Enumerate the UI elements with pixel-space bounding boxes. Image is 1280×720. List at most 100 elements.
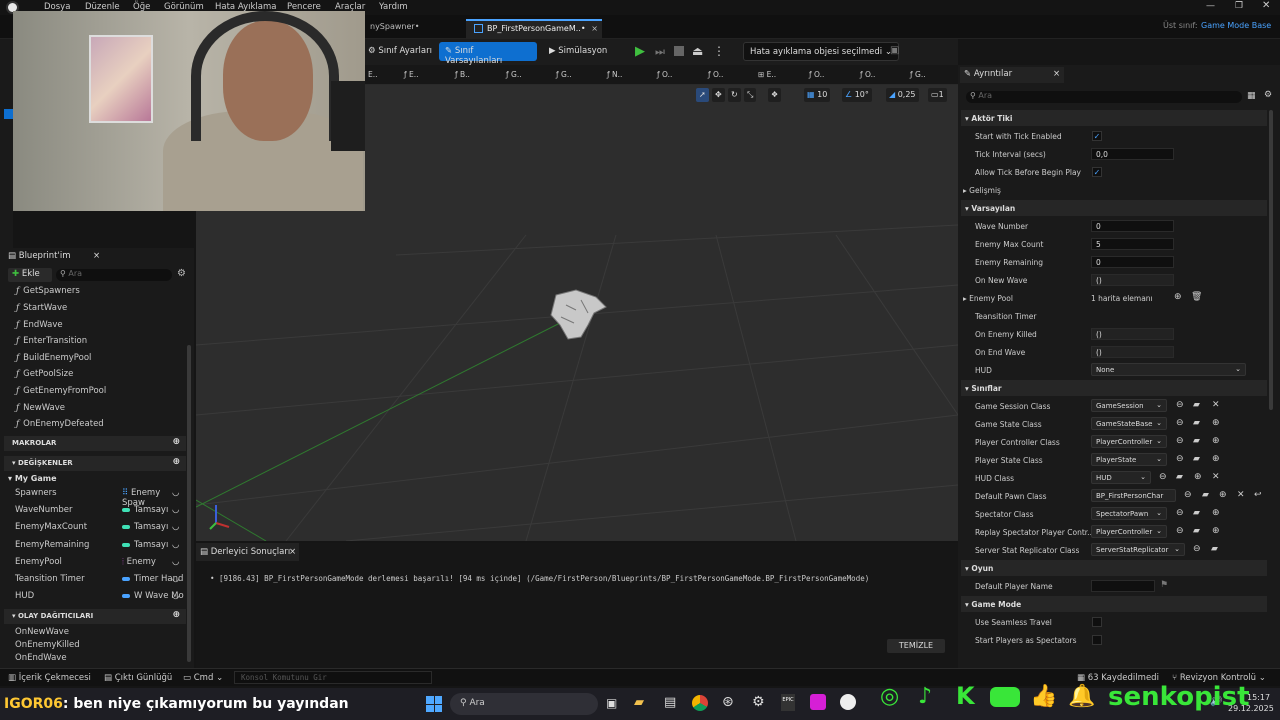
eye-icon[interactable]: ◡ — [172, 522, 179, 532]
class-settings-button[interactable]: ⚙ Sınıf Ayarları — [362, 42, 438, 61]
eye-icon[interactable]: ◡ — [172, 574, 179, 584]
folder-icon[interactable]: ▰ — [1176, 472, 1183, 482]
variable-type[interactable]: Tamsayı — [122, 522, 168, 532]
enemy-max-count-input[interactable]: 5 — [1091, 238, 1174, 250]
browse-back-icon[interactable]: ⊖ — [1176, 418, 1184, 428]
variable-item[interactable]: EnemyMaxCount Tamsayı ◡ — [15, 522, 185, 536]
task-view-icon[interactable]: ▣ — [606, 696, 617, 710]
class-dropdown[interactable]: ServerStatReplicator ⌄ — [1091, 543, 1185, 556]
function-item[interactable]: ƒ GetSpawners — [16, 286, 80, 296]
close-window-icon[interactable]: ✕ — [1262, 0, 1270, 11]
folder-icon[interactable]: ▰ — [1193, 400, 1200, 410]
macros-header[interactable]: MAKROLAR ⊕ — [4, 436, 186, 451]
debug-object-dropdown[interactable]: Hata ayıklama objesi seçilmedi ⌄ — [743, 42, 899, 61]
more-options-icon[interactable]: ⋮ — [713, 44, 725, 58]
folder-icon[interactable]: ▰ — [1193, 526, 1200, 536]
scrollbar[interactable] — [187, 345, 191, 662]
restore-icon[interactable]: ❐ — [1235, 1, 1243, 11]
trash-icon[interactable]: 🗑 — [1191, 292, 1202, 302]
taskbar-search[interactable]: ⚲ Ara — [450, 693, 598, 715]
reset-icon[interactable]: ↩ — [1254, 490, 1262, 500]
simulation-button[interactable]: ▶ Simülasyon — [543, 42, 613, 61]
variable-item[interactable]: EnemyRemaining Tamsayı ◡ — [15, 540, 185, 554]
eye-icon[interactable]: ◡ — [172, 488, 179, 498]
function-item[interactable]: ƒ NewWave — [16, 403, 65, 413]
variable-type[interactable]: Tamsayı — [122, 540, 168, 550]
add-button[interactable]: ✚ Ekle — [8, 268, 52, 282]
seamless-travel-checkbox[interactable] — [1092, 617, 1102, 627]
defaults-header[interactable]: ▾ Varsayılan — [961, 200, 1267, 216]
chrome-icon[interactable] — [692, 695, 708, 711]
console-input[interactable]: Konsol Komutunu Gir — [234, 671, 432, 684]
add-icon[interactable]: ⊕ — [1194, 472, 1202, 482]
class-dropdown[interactable]: SpectatorPawn ⌄ — [1091, 507, 1167, 520]
classes-header[interactable]: ▾ Sınıflar — [961, 380, 1267, 396]
dispatcher-item[interactable]: OnEndWave — [15, 653, 67, 663]
scale-tool-icon[interactable]: ⤡ — [744, 88, 757, 102]
class-dropdown[interactable]: BP_FirstPersonChar — [1091, 489, 1176, 502]
graph-tab[interactable]: ƒ O.. — [809, 70, 824, 79]
game-header[interactable]: ▾ Oyun — [961, 560, 1267, 576]
class-dropdown[interactable]: HUD ⌄ — [1091, 471, 1151, 484]
add-icon[interactable]: ⊕ — [1212, 526, 1220, 536]
unreal-engine-icon[interactable] — [840, 694, 856, 710]
clear-button[interactable]: TEMİZLE — [887, 639, 945, 653]
graph-tab[interactable]: ƒ G.. — [506, 70, 522, 79]
dispatcher-item[interactable]: OnNewWave — [15, 627, 69, 637]
enemy-pool-label[interactable]: ▸ Enemy Pool — [963, 294, 1013, 303]
function-item[interactable]: ƒ EndWave — [16, 320, 63, 330]
epic-games-icon[interactable]: EPIC — [781, 694, 795, 711]
translate-tool-icon[interactable]: ✥ — [712, 88, 725, 102]
default-player-name-input[interactable] — [1091, 580, 1155, 592]
tab-game-mode[interactable]: BP_FirstPersonGameM..• × — [466, 19, 602, 39]
dispatcher-item[interactable]: OnEnemyKilled — [15, 640, 80, 650]
add-icon[interactable]: ⊕ — [1212, 436, 1220, 446]
scrollbar[interactable] — [1269, 110, 1273, 410]
my-blueprint-tab[interactable]: ▤ Blueprint'im × — [4, 250, 104, 264]
eye-icon[interactable]: ◡ — [172, 591, 179, 601]
graph-tab[interactable]: E.. — [368, 70, 378, 79]
add-icon[interactable]: ⊕ — [1212, 508, 1220, 518]
store-icon[interactable]: ▤ — [664, 695, 676, 710]
close-tab-icon[interactable]: × — [591, 24, 598, 33]
rotate-tool-icon[interactable]: ↻ — [728, 88, 741, 102]
variable-item[interactable]: WaveNumber Tamsayı ◡ — [15, 505, 185, 519]
graph-tab[interactable]: ƒ N.. — [607, 70, 622, 79]
start-spectators-checkbox[interactable] — [1092, 635, 1102, 645]
add-icon[interactable]: ⊕ — [1219, 490, 1227, 500]
clear-icon[interactable]: ✕ — [1237, 490, 1245, 500]
eye-icon[interactable]: ◡ — [172, 540, 179, 550]
table-view-icon[interactable]: ▦ — [1247, 91, 1256, 101]
settings-gear-icon[interactable]: ⚙ — [177, 268, 186, 279]
function-item[interactable]: ƒ StartWave — [16, 303, 67, 313]
add-icon[interactable]: ⊕ — [1212, 454, 1220, 464]
angle-snap-toggle[interactable]: ∠ 10° — [842, 88, 872, 102]
clock-time[interactable]: 15:17 — [1247, 693, 1270, 702]
app-icon[interactable]: ⊛ — [722, 694, 734, 710]
start-tick-checkbox[interactable]: ✓ — [1092, 131, 1102, 141]
eye-icon[interactable]: ◡ — [172, 557, 179, 567]
graph-tab[interactable]: ƒ B.. — [455, 70, 470, 79]
variable-type[interactable]: ⦙ Enemy — [122, 557, 156, 567]
function-item[interactable]: ƒ OnEnemyDefeated — [16, 419, 104, 429]
folder-icon[interactable]: ▰ — [1193, 436, 1200, 446]
folder-icon[interactable]: ▰ — [1202, 490, 1209, 500]
details-search-input[interactable]: ⚲ Ara — [966, 91, 1242, 103]
class-defaults-button[interactable]: ✎ Sınıf Varsayılanları — [439, 42, 537, 66]
class-dropdown[interactable]: GameStateBase ⌄ — [1091, 417, 1167, 430]
dispatchers-header[interactable]: ▾ OLAY DAĞITICILARI ⊕ — [4, 609, 186, 624]
browse-back-icon[interactable]: ⊖ — [1193, 544, 1201, 554]
graph-tab[interactable]: ƒ G.. — [556, 70, 572, 79]
variables-header[interactable]: ▾ DEĞİŞKENLER ⊕ — [4, 456, 186, 471]
function-item[interactable]: ƒ GetEnemyFromPool — [16, 386, 106, 396]
folder-icon[interactable]: ▰ — [1193, 418, 1200, 428]
minimize-icon[interactable]: — — [1206, 1, 1215, 11]
menu-help[interactable]: Yardım — [379, 2, 408, 12]
variable-category[interactable]: ▾ My Game — [8, 474, 57, 483]
variable-item[interactable]: EnemyPool ⦙ Enemy ◡ — [15, 557, 185, 571]
file-explorer-icon[interactable]: ▰ — [634, 695, 644, 710]
graph-tab[interactable]: ƒ O.. — [657, 70, 672, 79]
graph-tab[interactable]: ƒ E.. — [404, 70, 419, 79]
browse-back-icon[interactable]: ⊖ — [1176, 454, 1184, 464]
settings-gear-icon[interactable]: ⚙ — [1264, 90, 1272, 100]
